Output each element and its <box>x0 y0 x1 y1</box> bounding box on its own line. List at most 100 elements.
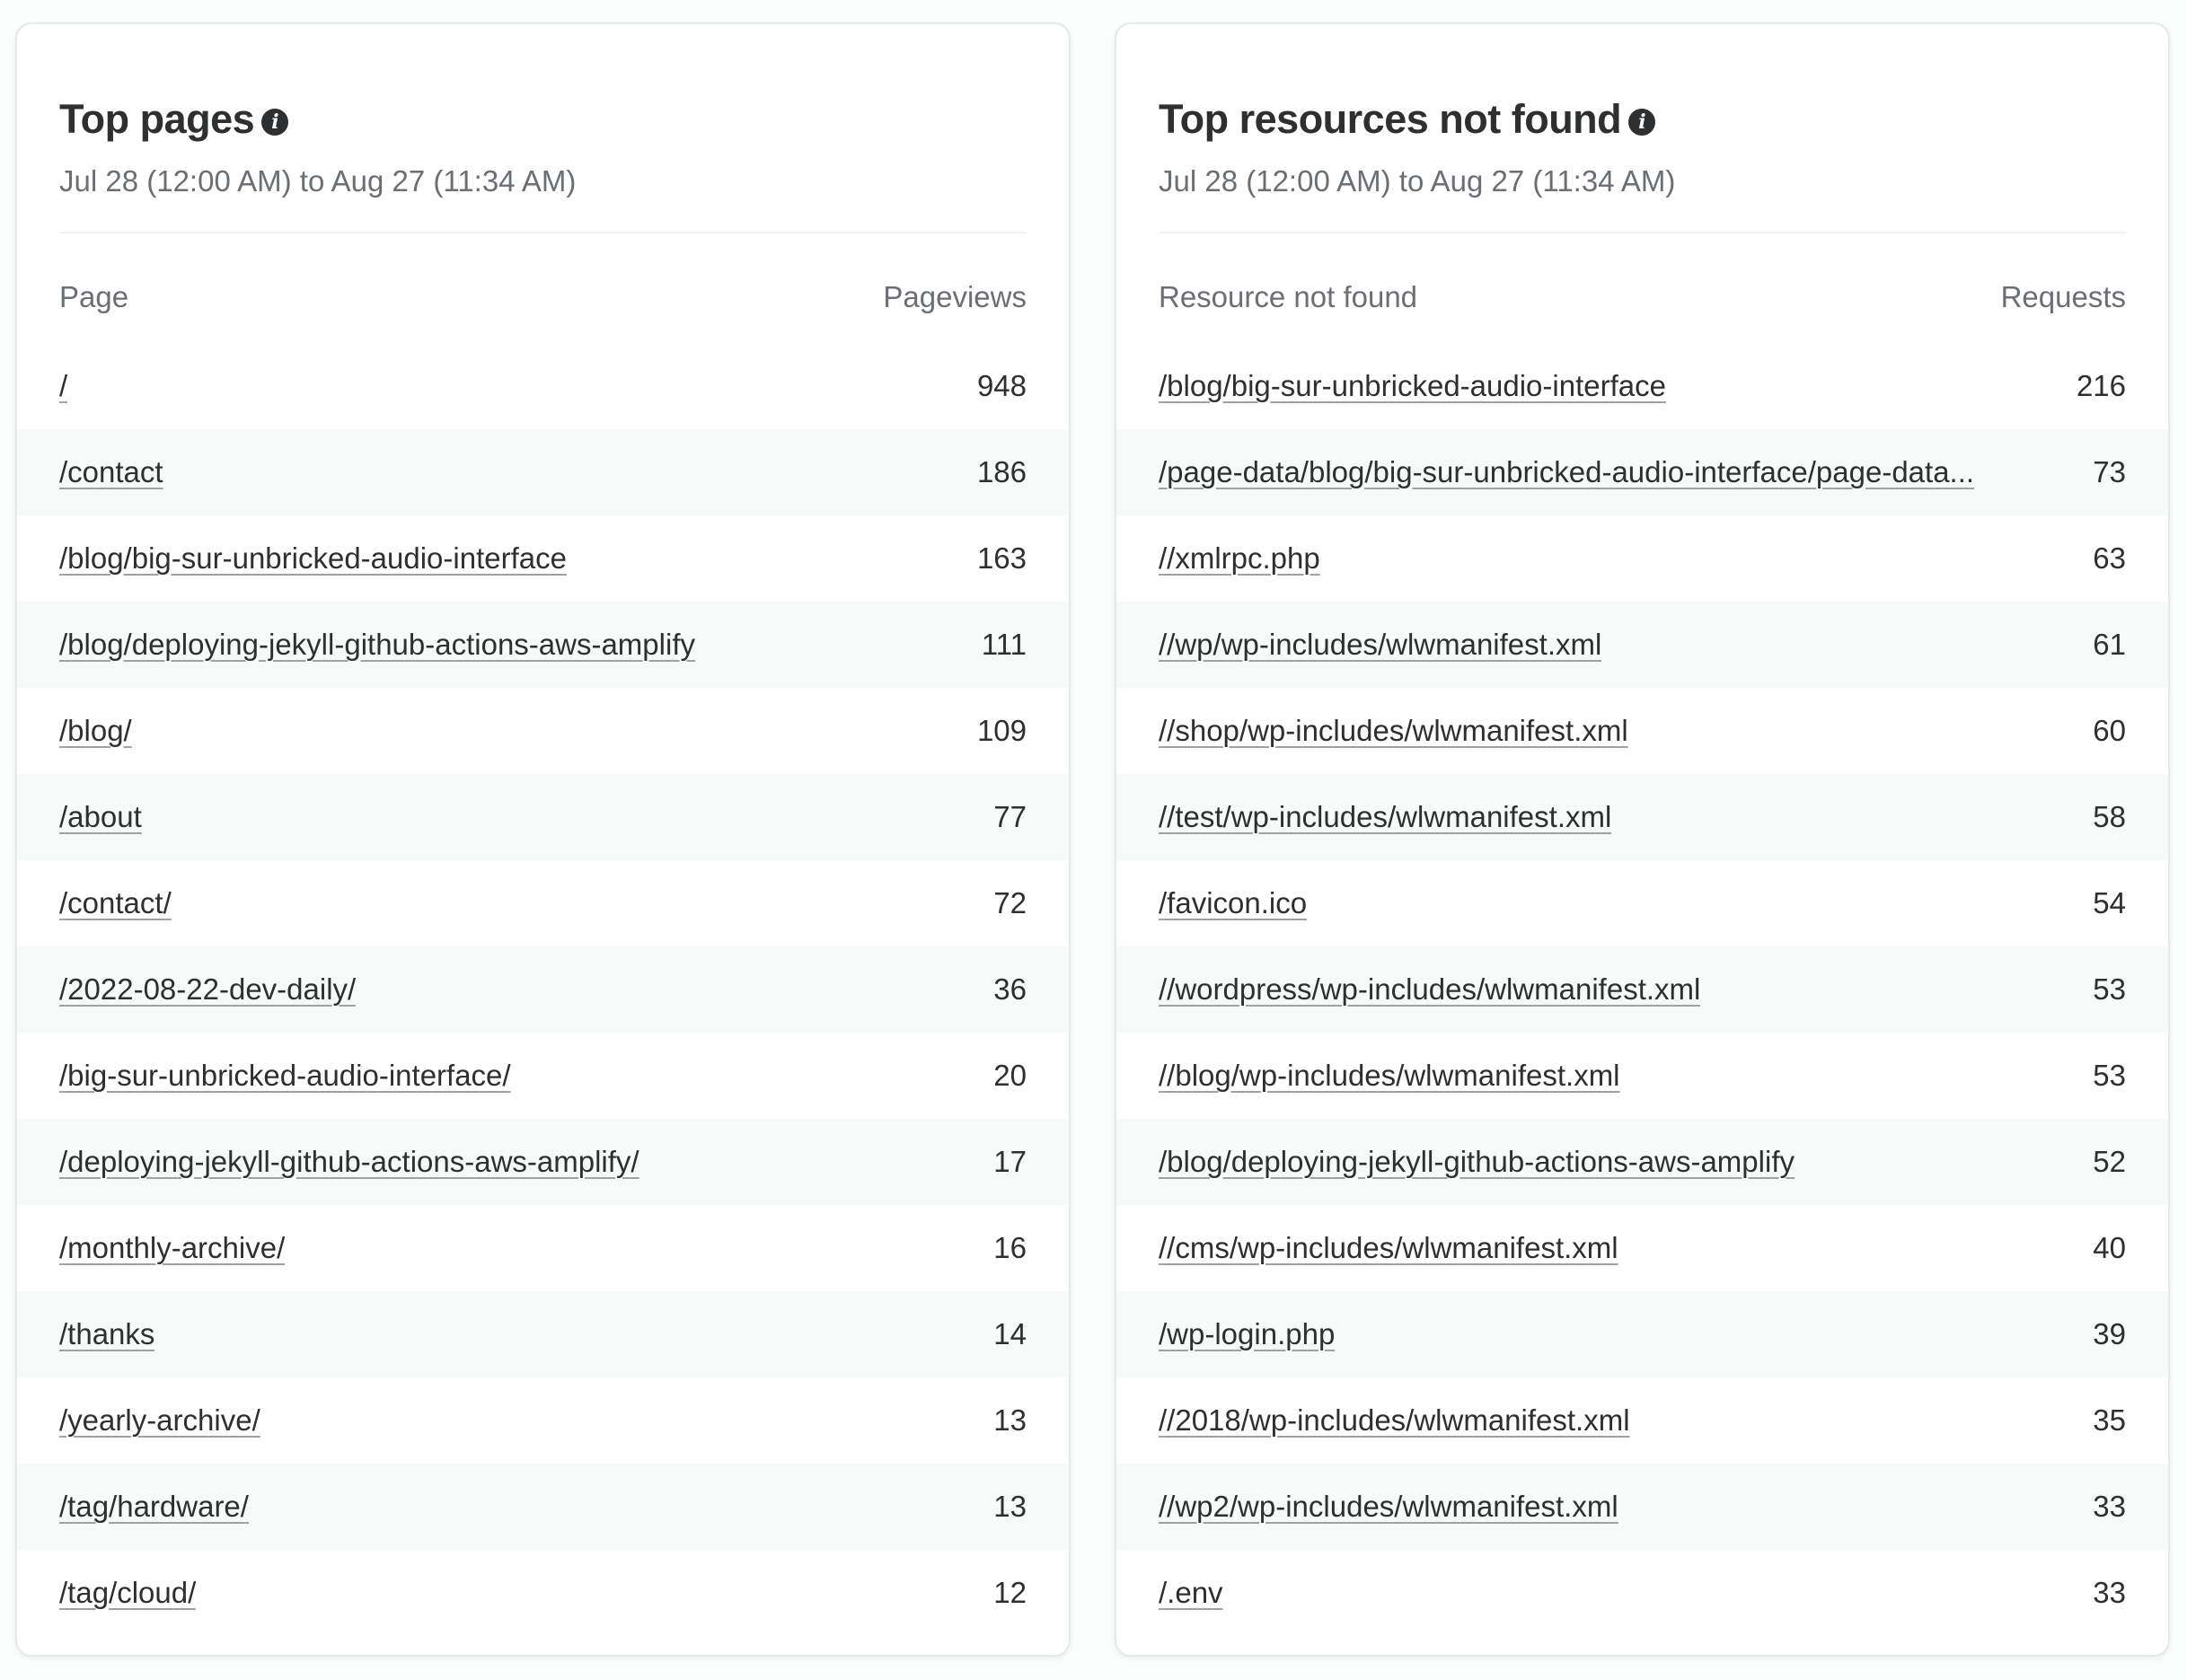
row-value: 54 <box>2093 886 2126 919</box>
table-row: /wp-login.php 39 <box>1116 1291 2168 1377</box>
card-title: Top pages i <box>59 96 289 143</box>
row-link[interactable]: //xmlrpc.php <box>1159 541 1320 576</box>
table-row: /thanks 14 <box>17 1291 1069 1377</box>
table-row: /tag/cloud/12 <box>17 1550 1069 1636</box>
top-pages-card: Top pages i Jul 28 (12:00 AM) to Aug 27 … <box>15 22 1071 1657</box>
table-header: Resource not found Requests <box>1159 280 2126 314</box>
column-header-page: Page <box>59 280 129 313</box>
row-link[interactable]: /yearly-archive/ <box>59 1403 260 1438</box>
row-link[interactable]: /monthly-archive/ <box>59 1231 285 1265</box>
table-row: //2018/wp-includes/wlwmanifest.xml 35 <box>1116 1377 2168 1464</box>
table-row: /contact 186 <box>17 429 1069 515</box>
row-value: 53 <box>2093 1059 2126 1092</box>
table-row: //xmlrpc.php 63 <box>1116 515 2168 602</box>
table-row: /contact/72 <box>17 860 1069 946</box>
row-link[interactable]: //blog/wp-includes/wlwmanifest.xml <box>1159 1059 1620 1093</box>
table-row: / 948 <box>17 343 1069 429</box>
table-row: //wp/wp-includes/wlwmanifest.xml 61 <box>1116 602 2168 688</box>
row-link[interactable]: /wp-login.php <box>1159 1317 1335 1351</box>
row-link[interactable]: //wp2/wp-includes/wlwmanifest.xml <box>1159 1490 1618 1524</box>
row-value: 73 <box>2093 455 2126 488</box>
row-link[interactable]: //test/wp-includes/wlwmanifest.xml <box>1159 800 1611 834</box>
row-value: 20 <box>993 1059 1027 1092</box>
table-row: /blog/big-sur-unbricked-audio-interface 1… <box>17 515 1069 602</box>
row-value: 33 <box>2093 1576 2126 1609</box>
row-link[interactable]: //shop/wp-includes/wlwmanifest.xml <box>1159 714 1628 748</box>
divider <box>59 232 1027 233</box>
row-value: 33 <box>2093 1490 2126 1523</box>
row-value: 63 <box>2093 541 2126 575</box>
top-resources-not-found-table: /blog/big-sur-unbricked-audio-interface 2… <box>1116 343 2168 1636</box>
row-value: 16 <box>993 1231 1027 1264</box>
row-value: 13 <box>993 1490 1027 1523</box>
row-value: 61 <box>2093 628 2126 661</box>
row-link[interactable]: /blog/big-sur-unbricked-audio-interface <box>59 541 567 576</box>
table-row: /blog/deploying-jekyll-github-actions-aw… <box>1116 1119 2168 1205</box>
row-link[interactable]: //cms/wp-includes/wlwmanifest.xml <box>1159 1231 1618 1265</box>
table-row: /page-data/blog/big-sur-unbricked-audio-… <box>1116 429 2168 515</box>
row-link[interactable]: / <box>59 369 67 403</box>
row-link[interactable]: /thanks <box>59 1317 154 1351</box>
column-header-pageviews: Pageviews <box>883 280 1027 313</box>
row-link[interactable]: /contact/ <box>59 886 172 920</box>
row-value: 111 <box>981 628 1027 661</box>
row-link[interactable]: //wp/wp-includes/wlwmanifest.xml <box>1159 628 1601 662</box>
top-pages-table: / 948/contact 186/blog/big-sur-unbricked-a… <box>17 343 1069 1636</box>
row-value: 40 <box>2093 1231 2126 1264</box>
table-row: //cms/wp-includes/wlwmanifest.xml 40 <box>1116 1205 2168 1291</box>
table-row: /2022-08-22-dev-daily/36 <box>17 946 1069 1033</box>
row-link[interactable]: /page-data/blog/big-sur-unbricked-audio-… <box>1159 455 1974 489</box>
row-link[interactable]: //2018/wp-includes/wlwmanifest.xml <box>1159 1403 1630 1438</box>
table-row: /.env 33 <box>1116 1550 2168 1636</box>
row-link[interactable]: //wordpress/wp-includes/wlwmanifest.xml <box>1159 972 1700 1007</box>
card-title: Top resources not found i <box>1159 96 1656 143</box>
row-value: 39 <box>2093 1317 2126 1350</box>
date-range: Jul 28 (12:00 AM) to Aug 27 (11:34 AM) <box>1159 164 1676 198</box>
table-row: /about 77 <box>17 774 1069 860</box>
row-value: 52 <box>2093 1145 2126 1178</box>
table-row: /blog/109 <box>17 688 1069 774</box>
row-link[interactable]: /about <box>59 800 142 834</box>
row-value: 13 <box>993 1403 1027 1437</box>
row-link[interactable]: /contact <box>59 455 163 489</box>
row-link[interactable]: /big-sur-unbricked-audio-interface/ <box>59 1059 511 1093</box>
row-value: 186 <box>976 455 1027 488</box>
table-row: //wordpress/wp-includes/wlwmanifest.xml 5… <box>1116 946 2168 1033</box>
row-value: 163 <box>976 541 1027 575</box>
row-link[interactable]: /blog/big-sur-unbricked-audio-interface <box>1159 369 1666 403</box>
row-link[interactable]: /deploying-jekyll-github-actions-aws-amp… <box>59 1145 639 1179</box>
table-row: /big-sur-unbricked-audio-interface/20 <box>17 1033 1069 1119</box>
row-link[interactable]: /blog/deploying-jekyll-github-actions-aw… <box>1159 1145 1795 1179</box>
row-link[interactable]: /2022-08-22-dev-daily/ <box>59 972 356 1007</box>
table-row: //blog/wp-includes/wlwmanifest.xml 53 <box>1116 1033 2168 1119</box>
table-row: /yearly-archive/13 <box>17 1377 1069 1464</box>
row-value: 109 <box>976 714 1027 747</box>
row-value: 14 <box>993 1317 1027 1350</box>
row-value: 12 <box>993 1576 1027 1609</box>
row-link[interactable]: /.env <box>1159 1576 1223 1610</box>
row-link[interactable]: /blog/ <box>59 714 132 748</box>
table-row: //test/wp-includes/wlwmanifest.xml 58 <box>1116 774 2168 860</box>
divider <box>1159 232 2126 233</box>
table-row: /tag/hardware/13 <box>17 1464 1069 1550</box>
row-value: 948 <box>976 369 1027 402</box>
row-value: 36 <box>993 972 1027 1006</box>
column-header-requests: Requests <box>2000 280 2126 313</box>
row-link[interactable]: /tag/hardware/ <box>59 1490 249 1524</box>
row-link[interactable]: /tag/cloud/ <box>59 1576 196 1610</box>
row-value: 77 <box>993 800 1027 833</box>
top-resources-not-found-card: Top resources not found i Jul 28 (12:00 … <box>1115 22 2170 1657</box>
card-title-text: Top pages <box>59 96 255 142</box>
row-link[interactable]: /favicon.ico <box>1159 886 1307 920</box>
table-row: /favicon.ico 54 <box>1116 860 2168 946</box>
card-title-text: Top resources not found <box>1159 96 1622 142</box>
row-value: 53 <box>2093 972 2126 1006</box>
table-row: /deploying-jekyll-github-actions-aws-amp… <box>17 1119 1069 1205</box>
info-icon[interactable]: i <box>261 109 289 136</box>
row-value: 58 <box>2093 800 2126 833</box>
column-header-resource: Resource not found <box>1159 280 1418 313</box>
row-value: 17 <box>993 1145 1027 1178</box>
info-icon[interactable]: i <box>1628 109 1656 136</box>
row-link[interactable]: /blog/deploying-jekyll-github-actions-aw… <box>59 628 695 662</box>
row-value: 60 <box>2093 714 2126 747</box>
